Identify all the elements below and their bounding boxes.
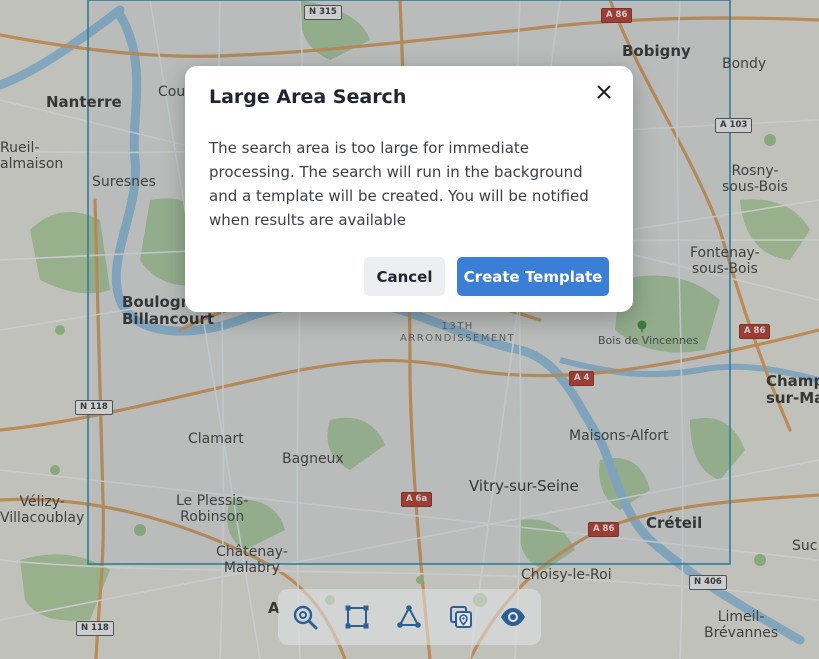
- dialog-message: The search area is too large for immedia…: [209, 139, 589, 229]
- zoom-search-icon: [293, 605, 318, 630]
- large-area-search-dialog: Large Area Search The search area is too…: [185, 66, 633, 312]
- close-dialog-button[interactable]: [590, 78, 618, 106]
- rectangle-select-tool-button[interactable]: [339, 599, 375, 635]
- map-toolbar: [278, 589, 541, 645]
- location-layers-icon: [450, 606, 472, 628]
- location-layers-tool-button[interactable]: [443, 599, 479, 635]
- polygon-select-icon: [397, 605, 421, 628]
- dialog-title: Large Area Search: [209, 86, 407, 108]
- visibility-tool-button[interactable]: [495, 599, 531, 635]
- zoom-search-tool-button[interactable]: [287, 599, 323, 635]
- rectangle-select-icon: [345, 605, 369, 629]
- polygon-select-tool-button[interactable]: [391, 599, 427, 635]
- close-icon: [597, 85, 611, 99]
- visibility-eye-icon: [501, 608, 525, 626]
- cancel-button[interactable]: Cancel: [364, 257, 445, 296]
- create-template-button[interactable]: Create Template: [457, 257, 609, 296]
